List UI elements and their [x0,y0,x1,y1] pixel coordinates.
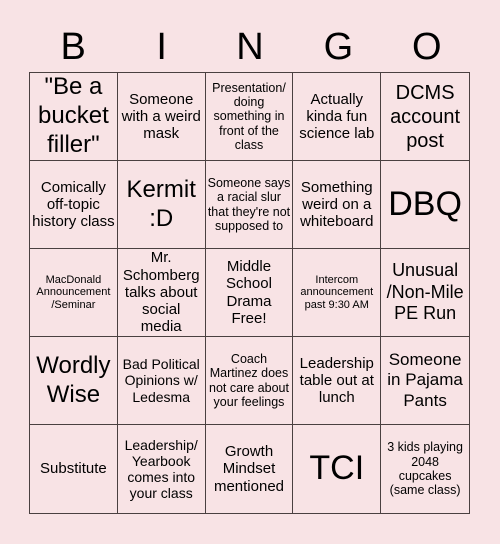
header-letter-g: G [323,26,354,68]
bingo-cell[interactable]: DCMS account post [381,73,469,161]
header-letter-o: O [412,26,442,68]
header-letter-i: I [156,26,167,68]
bingo-cell[interactable]: Bad Political Opinions w/ Ledesma [117,337,206,425]
bingo-cell[interactable]: Intercom announcement past 9:30 AM [293,249,382,337]
bingo-header: B I N G O [29,22,471,72]
bingo-cell[interactable]: DBQ [381,161,469,249]
bingo-cell[interactable]: Someone with a weird mask [117,73,206,161]
bingo-cell[interactable]: Middle School Drama Free! [205,249,294,337]
bingo-cell[interactable]: "Be a bucket filler" [30,73,118,161]
bingo-cell[interactable]: Substitute [30,425,118,513]
bingo-cell[interactable]: Coach Martinez does not care about your … [205,337,294,425]
bingo-cell[interactable]: Kermit :D [117,161,206,249]
bingo-cell[interactable]: Growth Mindset mentioned [206,425,294,513]
bingo-cell[interactable]: Something weird on a whiteboard [293,161,382,249]
bingo-cell[interactable]: Leadership table out at lunch [293,337,382,425]
bingo-cell[interactable]: Leadership/ Yearbook comes into your cla… [118,425,206,513]
bingo-cell[interactable]: 3 kids playing 2048 cupcakes (same class… [381,425,469,513]
bingo-grid: "Be a bucket filler" Someone with a weir… [29,72,470,514]
bingo-cell[interactable]: Someone in Pajama Pants [381,337,469,425]
bingo-cell[interactable]: Someone says a racial slur that they're … [205,161,294,249]
bingo-cell[interactable]: Wordly Wise [30,337,118,425]
bingo-cell[interactable]: Presentation/ doing something in front o… [205,73,294,161]
bingo-cell[interactable]: MacDonald Announcement /Seminar [30,249,118,337]
bingo-cell[interactable]: Unusual /Non-Mile PE Run [381,249,469,337]
bingo-cell[interactable]: TCI [293,425,382,513]
header-letter-b: B [60,26,86,68]
bingo-cell[interactable]: Mr. Schomberg talks about social media [117,249,206,337]
bingo-cell[interactable]: Actually kinda fun science lab [293,73,382,161]
bingo-cell[interactable]: Comically off-topic history class [30,161,118,249]
header-letter-n: N [236,26,264,68]
